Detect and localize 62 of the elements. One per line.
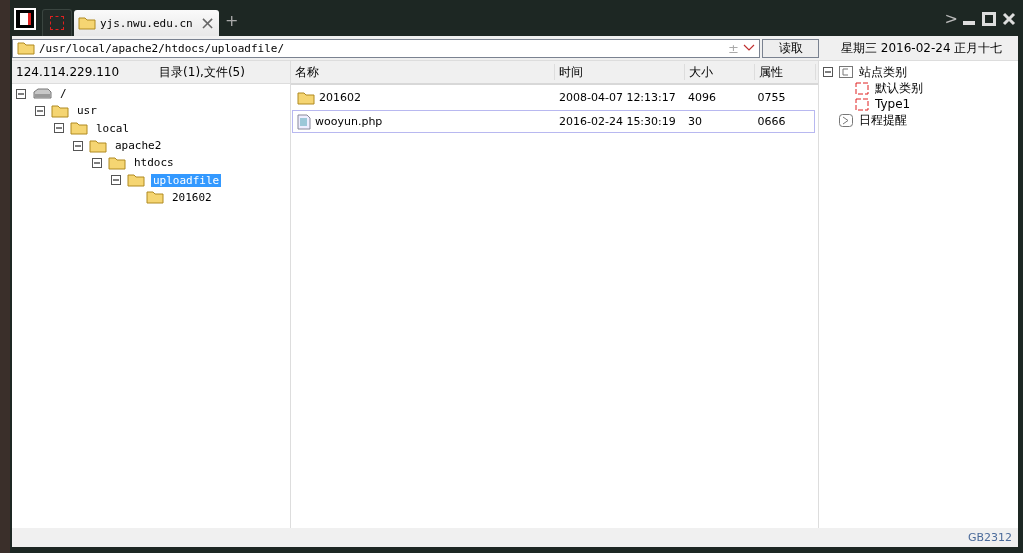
file-size: 30 [686, 115, 703, 128]
file-size: 4096 [686, 91, 717, 104]
column-header[interactable]: 大小 [685, 64, 755, 80]
file-row[interactable]: wooyun.php 2016-02-24 15:30:19 30 0666 [292, 110, 815, 133]
collapse-toggle-icon[interactable] [823, 67, 833, 77]
item-counts: 目录(1),文件(5) [159, 63, 245, 81]
tree-item[interactable]: local [94, 121, 132, 135]
path-text: /usr/local/apache2/htdocs/uploadfile/ [39, 41, 286, 55]
encoding-label: GB2312 [967, 531, 1012, 544]
tree-item[interactable]: htdocs [132, 156, 176, 170]
folder-icon [108, 155, 126, 170]
folder-icon [78, 16, 96, 30]
dropdown-caret-icon[interactable] [743, 44, 755, 52]
file-permissions: 0666 [756, 115, 787, 128]
folder-icon [146, 190, 164, 205]
folder-icon [51, 103, 69, 118]
close-icon[interactable] [1002, 12, 1016, 26]
tree-item[interactable]: usr [75, 104, 99, 118]
collapse-toggle-icon[interactable] [16, 88, 26, 99]
file-permissions: 0755 [756, 91, 787, 104]
collapse-toggle-icon[interactable] [111, 175, 121, 186]
column-header[interactable]: 时间 [555, 64, 685, 80]
new-tab-button[interactable]: + [225, 11, 239, 30]
folder-icon [70, 121, 88, 136]
folder-icon [127, 173, 145, 188]
tree-item[interactable]: 201602 [170, 190, 214, 204]
collapse-toggle-icon[interactable] [73, 140, 83, 151]
blank-tab[interactable] [42, 9, 72, 36]
next-button[interactable]: > [944, 9, 958, 28]
close-tab-button[interactable]: × [199, 14, 215, 32]
tree-item[interactable]: / [58, 87, 69, 101]
folder-icon [17, 41, 35, 55]
dashed-square-icon [855, 81, 869, 95]
modified-time: 2008-04-07 12:13:17 [557, 91, 677, 104]
tree-item[interactable]: 站点类别 [859, 63, 907, 81]
read-button[interactable]: 读取 [762, 38, 819, 58]
group-icon [839, 66, 853, 78]
browser-tab[interactable]: yjs.nwu.edu.cn × [74, 10, 219, 36]
folder-icon [297, 90, 315, 105]
collapse-toggle-icon[interactable] [54, 123, 64, 134]
modified-time: 2016-02-24 15:30:19 [557, 115, 677, 128]
tree-item[interactable]: apache2 [113, 139, 164, 153]
app-logo-icon[interactable] [14, 8, 36, 30]
path-field[interactable]: /usr/local/apache2/htdocs/uploadfile/ ± [12, 38, 760, 58]
dashed-square-icon [855, 97, 869, 111]
collapse-toggle-icon[interactable] [92, 157, 102, 168]
file-name: wooyun.php [315, 115, 383, 128]
folder-icon [89, 138, 107, 153]
column-header[interactable]: 属性 [755, 64, 816, 80]
drive-icon [32, 87, 52, 100]
tree-item[interactable]: 日程提醒 [859, 111, 907, 129]
host-address: 124.114.229.110 [16, 65, 120, 79]
file-icon [297, 113, 311, 130]
tree-item[interactable]: Type1 [875, 97, 911, 111]
tree-item[interactable]: 默认类别 [875, 79, 923, 97]
file-name: 201602 [319, 91, 361, 104]
maximize-icon[interactable] [982, 12, 996, 26]
file-row[interactable]: 201602 2008-04-07 12:13:17 4096 0755 [292, 86, 815, 109]
date-text: 星期三 2016-02-24 正月十七 [841, 39, 1003, 57]
clock-icon [839, 113, 853, 127]
collapse-toggle-icon[interactable] [35, 105, 45, 116]
column-header[interactable]: 名称 [291, 64, 555, 80]
